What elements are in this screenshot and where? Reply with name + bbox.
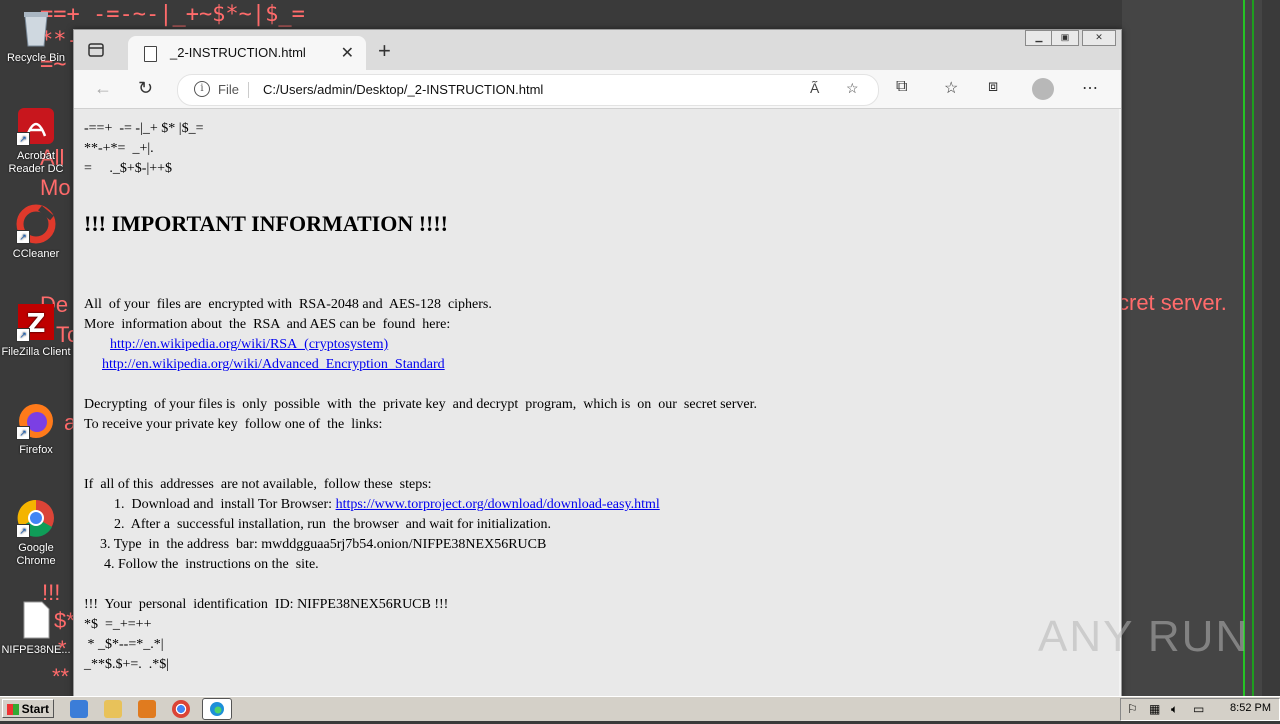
desktop-icon-label: Recycle Bin: [6, 52, 66, 64]
add-favorite-icon[interactable]: ☆: [846, 80, 859, 97]
protocol-label: File: [218, 82, 239, 97]
desktop-icon-label: FileZilla Client: [1, 346, 71, 358]
acrobat-icon: ↗: [16, 106, 56, 146]
step-text: 2. After a successful installation, run …: [114, 517, 551, 532]
desktop-icon-label: Google Chrome: [16, 542, 56, 567]
close-window-button[interactable]: ✕: [1082, 30, 1116, 46]
ccleaner-icon: ↗: [16, 204, 56, 244]
ie-icon[interactable]: [70, 700, 88, 718]
tab-title: _2-INSTRUCTION.html: [170, 45, 306, 60]
shortcut-arrow-icon: ↗: [16, 230, 30, 244]
ascii-line: -==+ -= -|_+ $* |$_=: [84, 121, 204, 136]
clock[interactable]: 8:52 PM: [1230, 702, 1271, 714]
wallpaper-text-line: ==+ -=-~-|_+~$*~|$_=: [40, 2, 305, 27]
paragraph-line: Decrypting of your files is only possibl…: [84, 397, 758, 412]
rsa-wiki-link[interactable]: http://en.wikipedia.org/wiki/RSA_(crypto…: [110, 337, 388, 352]
desktop-icon-label: Firefox: [19, 444, 53, 456]
document-icon: [144, 46, 157, 62]
desktop-icon-acrobat[interactable]: ↗ Acrobat Reader DC: [0, 106, 72, 176]
chrome-icon: ↗: [16, 498, 56, 538]
paragraph-line: All of your files are encrypted with RSA…: [84, 297, 492, 312]
minimize-button[interactable]: ▁: [1025, 30, 1053, 46]
ascii-line: * _$*--=*_.*|: [84, 637, 164, 652]
desktop-icon-label: CCleaner: [12, 248, 60, 260]
personal-id-line: !!! Your personal identification ID: NIF…: [84, 597, 449, 612]
system-tray: ⚐ ▦ 🔈︎ ▭ 8:52 PM: [1120, 698, 1280, 721]
watermark: ANY RUN: [1038, 612, 1250, 661]
volume-tray-icon[interactable]: 🔈︎: [1171, 702, 1178, 717]
extensions-icon[interactable]: ⧉: [896, 78, 907, 96]
aes-wiki-link[interactable]: http://en.wikipedia.org/wiki/Advanced_En…: [102, 357, 445, 372]
tor-download-link[interactable]: https://www.torproject.org/download/down…: [336, 497, 660, 512]
start-button[interactable]: Start: [2, 699, 54, 718]
ascii-line: _**$.$+=. .*$|: [84, 657, 170, 672]
paragraph-line: More information about the RSA and AES c…: [84, 317, 451, 332]
new-tab-icon[interactable]: +: [378, 38, 391, 64]
page-heading: !!! IMPORTANT INFORMATION !!!!: [84, 211, 449, 236]
address-separator: [248, 82, 249, 98]
chrome-taskbar-icon[interactable]: [172, 700, 190, 718]
desktop-dark-strip: [1122, 0, 1262, 700]
step-text: 4. Follow the instructions on the site.: [104, 557, 319, 572]
profile-avatar[interactable]: [1032, 78, 1054, 100]
desktop-icon-ccleaner[interactable]: ↗ CCleaner: [0, 204, 72, 261]
shortcut-arrow-icon: ↗: [16, 426, 30, 440]
refresh-icon[interactable]: ↻: [138, 78, 153, 99]
ascii-line: = ._$+$-|++$: [84, 161, 173, 176]
tab-instruction[interactable]: _2-INSTRUCTION.html ✕: [128, 36, 366, 70]
ascii-line: *$ =_+=++: [84, 617, 152, 632]
taskbar: Start ⚐ ▦ 🔈︎ ▭ 8:52 PM: [0, 696, 1280, 721]
info-icon[interactable]: i: [194, 81, 210, 97]
desktop-icon-ransom-file[interactable]: NIFPE38NE...: [0, 600, 72, 657]
back-icon[interactable]: ←: [94, 78, 112, 99]
step-text: 3. Type in the address bar: mwddgguaa5rj…: [100, 537, 547, 552]
paragraph-line: To receive your private key follow one o…: [84, 417, 383, 432]
more-menu-icon[interactable]: ⋯: [1082, 78, 1098, 98]
read-aloud-icon[interactable]: A᷉: [810, 80, 819, 96]
network-tray-icon[interactable]: ▦: [1149, 702, 1160, 716]
desktop-icon-filezilla[interactable]: Z ↗ FileZilla Client: [0, 302, 72, 359]
maximize-button[interactable]: ▣: [1051, 30, 1079, 46]
favorites-icon[interactable]: ☆: [944, 78, 958, 98]
address-bar[interactable]: i File C:/Users/admin/Desktop/_2-INSTRUC…: [177, 74, 879, 106]
desktop-icon-chrome[interactable]: ↗ Google Chrome: [0, 498, 72, 568]
url-text[interactable]: C:/Users/admin/Desktop/_2-INSTRUCTION.ht…: [263, 82, 543, 97]
collections-icon[interactable]: ⧈: [988, 78, 998, 96]
explorer-icon[interactable]: [104, 700, 122, 718]
desktop-icon-label: NIFPE38NE...: [1, 644, 71, 656]
desktop-icon-firefox[interactable]: ↗ Firefox: [0, 400, 72, 457]
browser-window: _2-INSTRUCTION.html ✕ + ▁ ▣ ✕ ← ↻ i File…: [73, 29, 1122, 699]
power-tray-icon[interactable]: ▭: [1193, 702, 1204, 716]
step-text: 1. Download and install Tor Browser:: [114, 497, 336, 512]
flag-tray-icon[interactable]: ⚐: [1127, 702, 1138, 716]
media-player-icon[interactable]: [138, 700, 156, 718]
wallpaper-text: Mo: [40, 175, 71, 200]
filezilla-icon: Z ↗: [16, 302, 56, 342]
shortcut-arrow-icon: ↗: [16, 328, 30, 342]
wallpaper-text-right: cret server.: [1118, 290, 1227, 315]
close-tab-icon[interactable]: ✕: [341, 43, 354, 63]
file-icon: [16, 600, 56, 640]
firefox-icon: ↗: [16, 400, 56, 440]
recycle-bin-icon: [16, 8, 56, 48]
desktop-green-line: [1243, 0, 1245, 700]
page-content: -==+ -= -|_+ $* |$_= **-+*= _+|. = ._$+$…: [74, 109, 1119, 698]
windows-flag-icon: [7, 704, 19, 715]
shortcut-arrow-icon: ↗: [16, 132, 30, 146]
shortcut-arrow-icon: ↗: [16, 524, 30, 538]
desktop-icon-label: Acrobat Reader DC: [8, 150, 64, 175]
tab-bar: _2-INSTRUCTION.html ✕ + ▁ ▣ ✕: [74, 30, 1121, 70]
ascii-line: **-+*= _+|.: [84, 141, 154, 156]
start-label: Start: [21, 702, 49, 716]
wallpaper-text: **: [52, 664, 70, 689]
desktop-green-line: [1252, 0, 1254, 700]
paragraph-line: If all of this addresses are not availab…: [84, 477, 432, 492]
tab-actions-icon[interactable]: [88, 42, 104, 58]
edge-taskbar-icon[interactable]: [202, 698, 232, 720]
address-toolbar: ← ↻ i File C:/Users/admin/Desktop/_2-INS…: [74, 70, 1121, 109]
desktop-icon-recycle-bin[interactable]: Recycle Bin: [0, 8, 72, 65]
